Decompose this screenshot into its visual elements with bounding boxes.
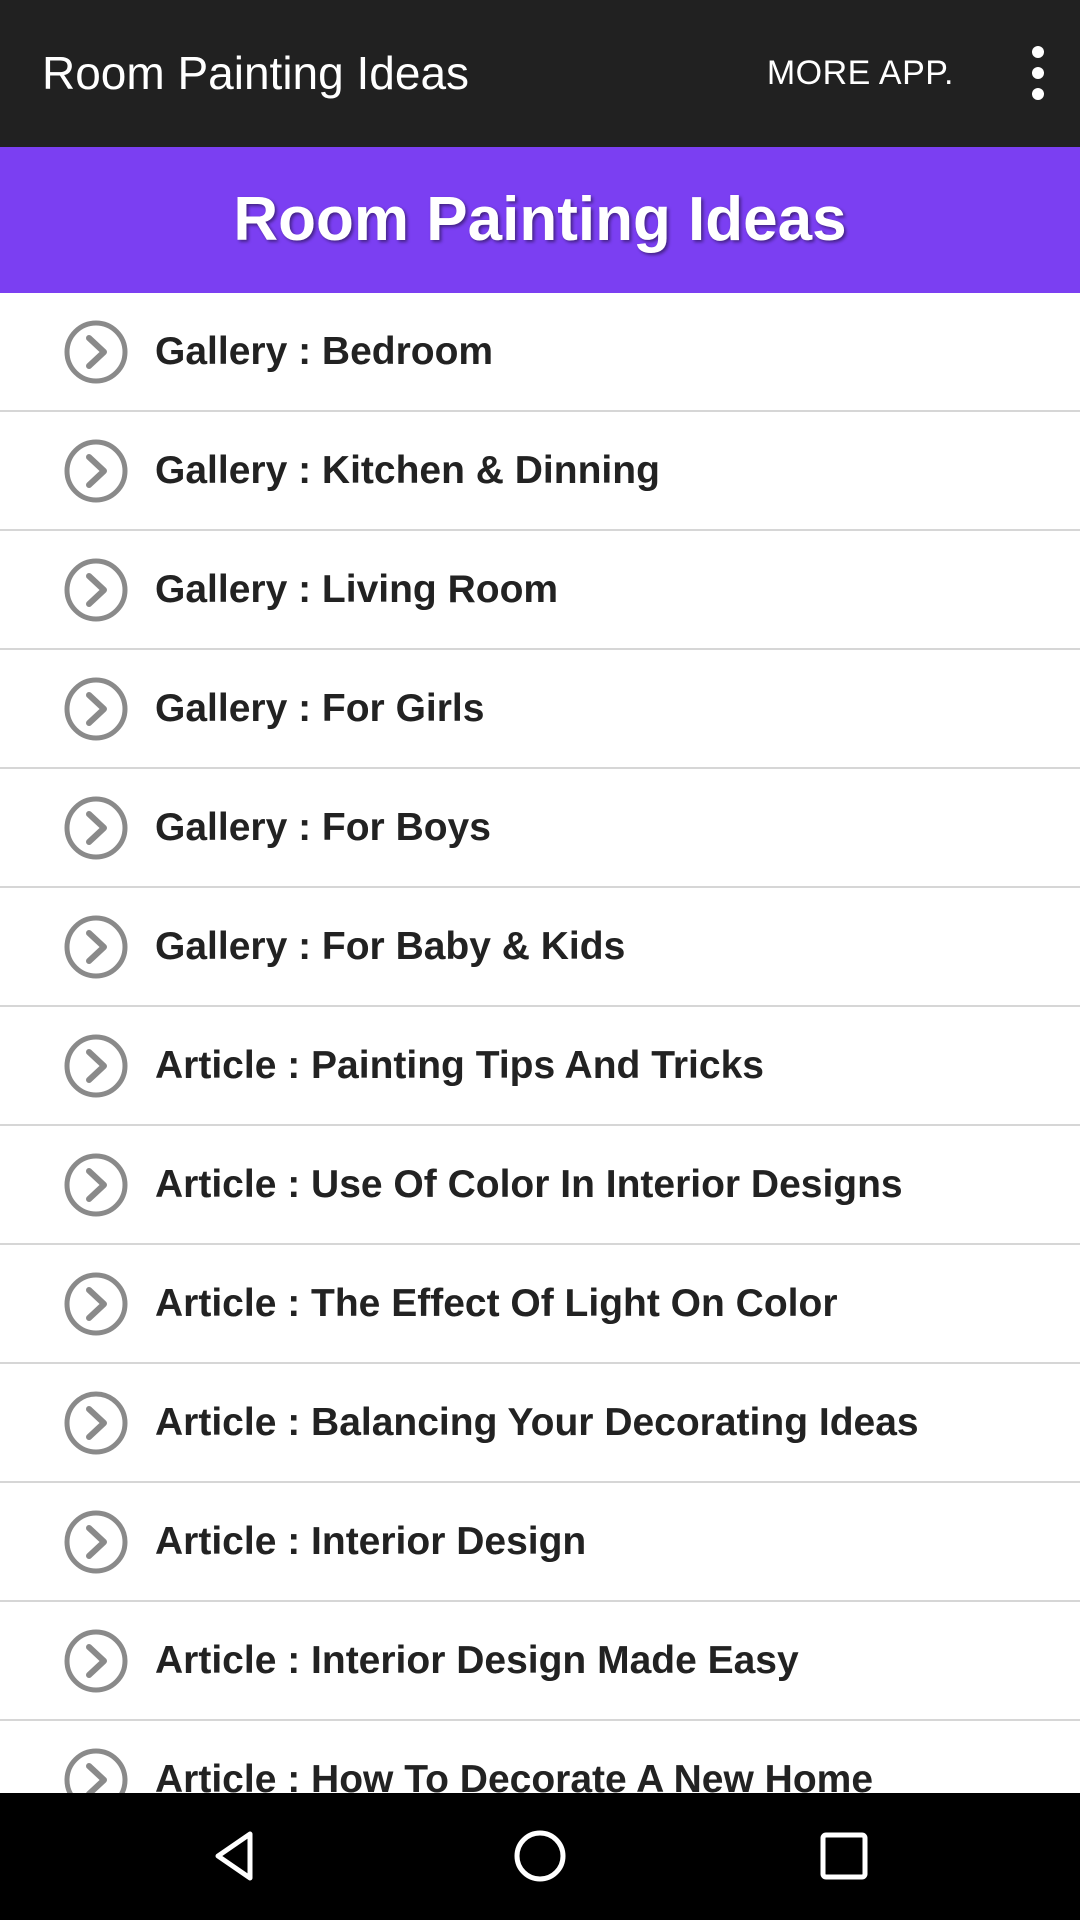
list-item[interactable]: Article : The Effect Of Light On Color [0, 1245, 1080, 1364]
more-app-button[interactable]: MORE APP. [767, 0, 954, 147]
list-item-label: Gallery : For Baby & Kids [155, 925, 626, 968]
chevron-circle-right-icon [64, 796, 128, 860]
list-item[interactable]: Article : Use Of Color In Interior Desig… [0, 1126, 1080, 1245]
chevron-circle-right-icon [64, 320, 128, 384]
chevron-circle-right-icon [64, 1034, 128, 1098]
chevron-circle-right-icon [64, 915, 128, 979]
list-item-label: Article : Use Of Color In Interior Desig… [155, 1163, 903, 1206]
list-item-label: Article : How To Decorate A New Home [155, 1758, 874, 1793]
chevron-circle-right-icon [64, 1153, 128, 1217]
list-item[interactable]: Article : Balancing Your Decorating Idea… [0, 1364, 1080, 1483]
recents-icon[interactable] [814, 1826, 874, 1886]
list-item-label: Article : Interior Design Made Easy [155, 1639, 799, 1682]
home-icon[interactable] [510, 1826, 570, 1886]
chevron-circle-right-icon [64, 1272, 128, 1336]
list-item-label: Gallery : Kitchen & Dinning [155, 449, 660, 492]
app-bar: Room Painting Ideas MORE APP. [0, 0, 1080, 147]
more-vert-icon[interactable] [1016, 40, 1060, 106]
list-item[interactable]: Article : Interior Design [0, 1483, 1080, 1602]
list-item[interactable]: Article : How To Decorate A New Home [0, 1721, 1080, 1793]
list-item[interactable]: Gallery : For Girls [0, 650, 1080, 769]
list-item-label: Article : Painting Tips And Tricks [155, 1044, 764, 1087]
list-item-label: Gallery : Living Room [155, 568, 559, 611]
list-item[interactable]: Gallery : Kitchen & Dinning [0, 412, 1080, 531]
banner-title: Room Painting Ideas [0, 147, 1080, 293]
list-item[interactable]: Gallery : For Baby & Kids [0, 888, 1080, 1007]
list-item[interactable]: Gallery : Bedroom [0, 293, 1080, 412]
list-item[interactable]: Gallery : For Boys [0, 769, 1080, 888]
chevron-circle-right-icon [64, 1629, 128, 1693]
chevron-circle-right-icon [64, 1748, 128, 1793]
app-title: Room Painting Ideas [42, 47, 470, 99]
chevron-circle-right-icon [64, 558, 128, 622]
menu-list: Gallery : Bedroom Gallery : Kitchen & Di… [0, 293, 1080, 1793]
chevron-circle-right-icon [64, 1510, 128, 1574]
list-item-label: Gallery : For Boys [155, 806, 491, 849]
list-item-label: Gallery : Bedroom [155, 330, 494, 373]
chevron-circle-right-icon [64, 439, 128, 503]
system-nav-bar [0, 1793, 1080, 1920]
list-item[interactable]: Article : Interior Design Made Easy [0, 1602, 1080, 1721]
list-item[interactable]: Gallery : Living Room [0, 531, 1080, 650]
list-item-label: Article : The Effect Of Light On Color [155, 1282, 838, 1325]
list-item[interactable]: Article : Painting Tips And Tricks [0, 1007, 1080, 1126]
list-item-label: Gallery : For Girls [155, 687, 485, 730]
list-item-label: Article : Interior Design [155, 1520, 587, 1563]
chevron-circle-right-icon [64, 677, 128, 741]
chevron-circle-right-icon [64, 1391, 128, 1455]
list-item-label: Article : Balancing Your Decorating Idea… [155, 1401, 919, 1444]
back-icon[interactable] [206, 1826, 266, 1886]
